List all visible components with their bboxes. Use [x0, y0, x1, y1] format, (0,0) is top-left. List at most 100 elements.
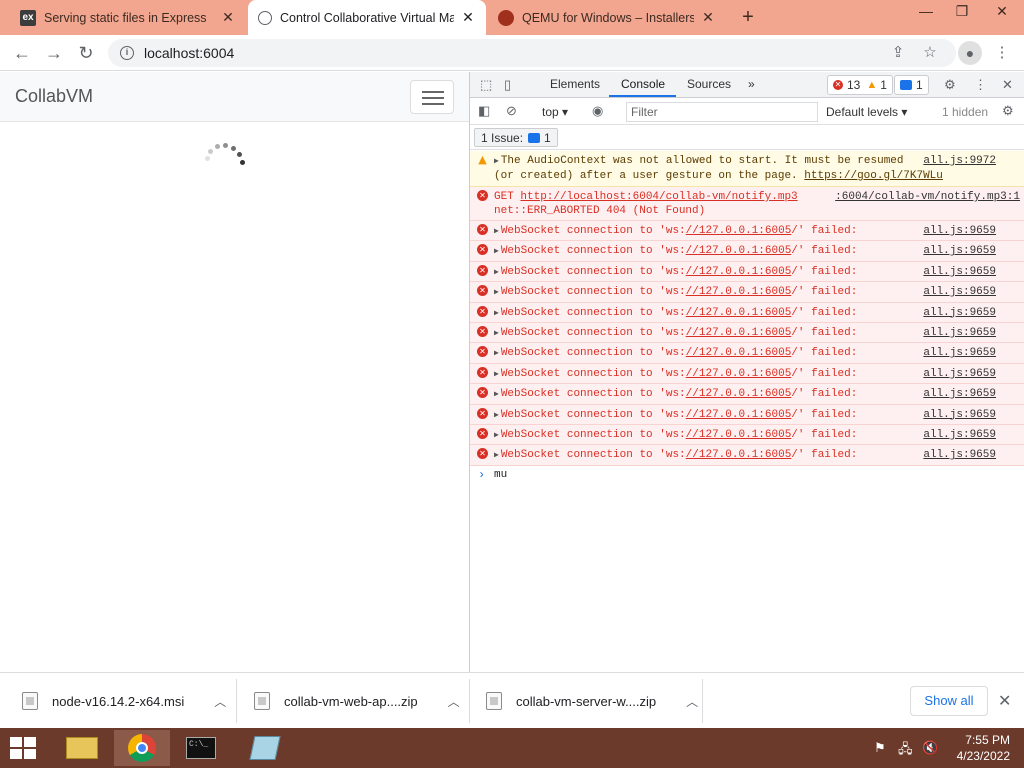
chevron-up-icon[interactable]: ︿	[214, 693, 226, 710]
error-url[interactable]: //127.0.0.1:6005	[686, 409, 792, 421]
file-explorer-icon[interactable]	[54, 730, 110, 766]
expand-triangle-icon[interactable]: ▶	[494, 309, 499, 318]
expand-triangle-icon[interactable]: ▶	[494, 227, 499, 236]
command-prompt-icon[interactable]: C:\_	[174, 730, 230, 766]
tab-elements[interactable]: Elements	[550, 77, 600, 91]
source-link[interactable]: all.js:9659	[923, 367, 996, 381]
console-error-websocket[interactable]: ✕ ▶ WebSocket connection to 'ws://127.0.0.…	[470, 322, 1024, 344]
error-url[interactable]: //127.0.0.1:6005	[686, 347, 792, 359]
tab-qemu[interactable]: QEMU for Windows – Installers (6 ✕	[488, 0, 726, 35]
download-item[interactable]: collab-vm-server-w....zip ︿	[486, 673, 698, 729]
error-url[interactable]: //127.0.0.1:6005	[686, 266, 792, 278]
error-url[interactable]: //127.0.0.1:6005	[686, 327, 792, 339]
filter-input[interactable]: Filter	[626, 102, 818, 122]
sidebar-toggle-icon[interactable]: ◧	[478, 103, 490, 119]
chevron-up-icon[interactable]: ︿	[448, 693, 460, 710]
clear-console-icon[interactable]: ⊘	[506, 103, 517, 119]
console-error-websocket[interactable]: ✕ ▶ WebSocket connection to 'ws://127.0.0.…	[470, 445, 1024, 466]
error-url[interactable]: //127.0.0.1:6005	[686, 449, 792, 461]
console-error-websocket[interactable]: ✕ ▶ WebSocket connection to 'ws://127.0.0.…	[470, 282, 1024, 303]
chevron-up-icon[interactable]: ︿	[686, 693, 698, 710]
back-button[interactable]: ←	[10, 41, 34, 65]
minimize-button[interactable]: —	[908, 0, 944, 24]
download-item[interactable]: collab-vm-web-ap....zip ︿	[254, 673, 460, 729]
expand-triangle-icon[interactable]: ▶	[494, 157, 499, 166]
notepad-icon[interactable]	[238, 730, 294, 766]
expand-triangle-icon[interactable]: ▶	[494, 349, 499, 358]
close-icon[interactable]: ✕	[220, 9, 236, 26]
close-icon[interactable]: ✕	[998, 691, 1011, 711]
source-link[interactable]: all.js:9659	[923, 265, 996, 279]
chrome-icon[interactable]	[114, 730, 170, 766]
share-icon[interactable]: ⇪	[888, 43, 908, 63]
expand-triangle-icon[interactable]: ▶	[494, 431, 499, 440]
brand-title[interactable]: CollabVM	[15, 86, 93, 107]
source-link[interactable]: :6004/collab-vm/notify.mp3:1	[835, 190, 1020, 204]
inspect-icon[interactable]: ⬚	[480, 77, 492, 93]
site-info-icon[interactable]: i	[120, 46, 134, 60]
expand-triangle-icon[interactable]: ▶	[494, 390, 499, 399]
address-bar[interactable]: i localhost:6004	[108, 39, 956, 67]
console-warning[interactable]: ▲ ▶ The AudioContext was not allowed to s…	[470, 151, 1024, 187]
source-link[interactable]: all.js:9659	[923, 326, 996, 340]
console-error-websocket[interactable]: ✕ ▶ WebSocket connection to 'ws://127.0.0.…	[470, 302, 1024, 323]
console-error-websocket[interactable]: ✕ ▶ WebSocket connection to 'ws://127.0.0.…	[470, 241, 1024, 262]
source-link[interactable]: all.js:9659	[923, 408, 996, 422]
tab-console[interactable]: Console	[621, 77, 665, 91]
profile-avatar[interactable]: ●	[958, 41, 982, 65]
download-item[interactable]: node-v16.14.2-x64.msi ︿	[22, 673, 226, 729]
console-error-get[interactable]: ✕ GET http://localhost:6004/collab-vm/no…	[470, 187, 1024, 221]
expand-triangle-icon[interactable]: ▶	[494, 451, 499, 460]
console-error-websocket[interactable]: ✕ ▶ WebSocket connection to 'ws://127.0.0.…	[470, 221, 1024, 242]
error-url[interactable]: //127.0.0.1:6005	[686, 429, 792, 441]
close-icon[interactable]: ✕	[460, 9, 476, 26]
reload-button[interactable]: ↻	[74, 41, 98, 65]
bookmark-star-icon[interactable]: ☆	[920, 43, 940, 63]
log-levels-dropdown[interactable]: Default levels ▾	[826, 105, 907, 119]
show-all-button[interactable]: Show all	[910, 686, 988, 716]
expand-triangle-icon[interactable]: ▶	[494, 268, 499, 277]
devtools-menu-icon[interactable]: ⋮	[974, 77, 987, 93]
eye-icon[interactable]: ◉	[592, 103, 603, 119]
source-link[interactable]: all.js:9972	[923, 154, 996, 168]
source-link[interactable]: all.js:9659	[923, 224, 996, 238]
warning-link[interactable]: https://goo.gl/7K7WLu	[804, 170, 943, 182]
source-link[interactable]: all.js:9659	[923, 306, 996, 320]
forward-button[interactable]: →	[42, 41, 66, 65]
window-close-button[interactable]: ✕	[984, 0, 1020, 24]
expand-triangle-icon[interactable]: ▶	[494, 288, 499, 297]
error-url[interactable]: //127.0.0.1:6005	[686, 245, 792, 257]
hamburger-menu-button[interactable]	[410, 80, 454, 114]
console-input[interactable]: mu	[494, 469, 507, 481]
device-toggle-icon[interactable]: ▯	[504, 77, 511, 93]
network-icon[interactable]: 🖧	[898, 740, 913, 762]
console-error-websocket[interactable]: ✕ ▶ WebSocket connection to 'ws://127.0.0.…	[470, 343, 1024, 364]
taskbar-clock[interactable]: 7:55 PM 4/23/2022	[940, 732, 1020, 764]
close-icon[interactable]: ✕	[700, 9, 716, 26]
error-url[interactable]: //127.0.0.1:6005	[686, 307, 792, 319]
context-selector[interactable]: top ▾	[542, 105, 568, 119]
error-url[interactable]: //127.0.0.1:6005	[686, 368, 792, 380]
source-link[interactable]: all.js:9659	[923, 428, 996, 442]
menu-kebab-icon[interactable]: ⋮	[992, 43, 1012, 63]
console-prompt[interactable]: › mu	[470, 466, 1024, 484]
console-error-websocket[interactable]: ✕ ▶ WebSocket connection to 'ws://127.0.0.…	[470, 384, 1024, 405]
console-error-websocket[interactable]: ✕ ▶ WebSocket connection to 'ws://127.0.0.…	[470, 404, 1024, 425]
expand-triangle-icon[interactable]: ▶	[494, 329, 499, 338]
source-link[interactable]: all.js:9659	[923, 285, 996, 299]
tab-collabvm[interactable]: Control Collaborative Virtual Ma ✕	[248, 0, 486, 35]
error-url[interactable]: //127.0.0.1:6005	[686, 286, 792, 298]
console-settings-icon[interactable]: ⚙	[1002, 103, 1014, 119]
error-warning-counter[interactable]: ✕ 13 ▲ 1	[827, 75, 893, 95]
new-tab-button[interactable]: +	[736, 6, 760, 30]
console-error-websocket[interactable]: ✕ ▶ WebSocket connection to 'ws://127.0.0.…	[470, 261, 1024, 283]
more-tabs-button[interactable]: »	[748, 77, 755, 91]
action-center-flag-icon[interactable]: ⚑	[874, 740, 886, 756]
source-link[interactable]: all.js:9659	[923, 244, 996, 258]
tab-express[interactable]: ex Serving static files in Express ✕	[10, 0, 246, 35]
error-url[interactable]: http://localhost:6004/collab-vm/notify.m…	[520, 191, 797, 203]
devtools-close-icon[interactable]: ✕	[1002, 77, 1013, 93]
message-counter[interactable]: 1	[894, 75, 929, 95]
source-link[interactable]: all.js:9659	[923, 346, 996, 360]
error-url[interactable]: //127.0.0.1:6005	[686, 225, 792, 237]
